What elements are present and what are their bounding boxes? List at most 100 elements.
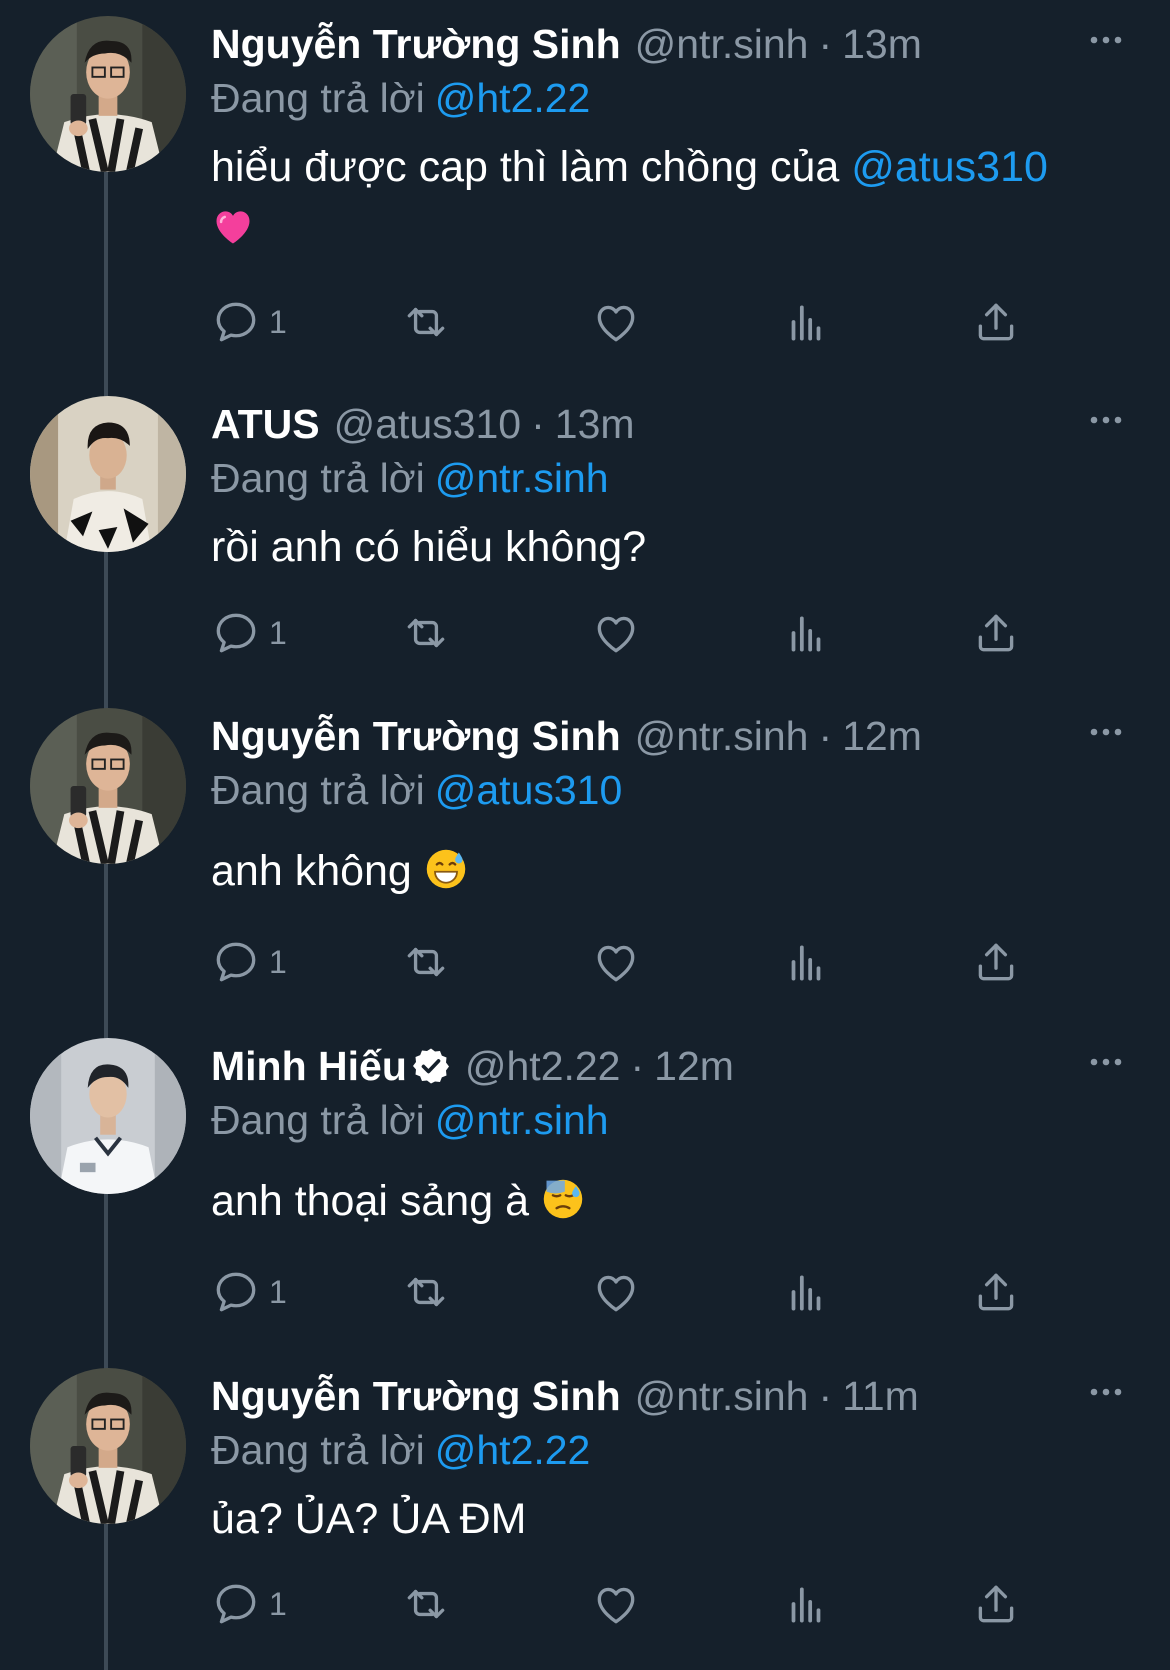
tweet-text: rồi anh có hiểu không?: [211, 516, 1111, 578]
reply-count: 1: [269, 614, 287, 651]
like-button[interactable]: [591, 603, 641, 663]
share-button[interactable]: [971, 932, 1021, 992]
like-button[interactable]: [591, 1574, 641, 1634]
reply-count: 1: [269, 1273, 287, 1310]
retweet-button[interactable]: [401, 1262, 451, 1322]
tweet-text-content: anh thoại sảng à: [211, 1177, 541, 1225]
author-handle[interactable]: @ntr.sinh: [635, 18, 809, 70]
reply-icon: [211, 937, 261, 987]
author-name[interactable]: Nguyễn Trường Sinh: [211, 1370, 621, 1422]
author-handle[interactable]: @atus310: [334, 398, 522, 450]
replying-to: Đang trả lời @atus310: [211, 764, 622, 816]
analytics-button[interactable]: [781, 603, 831, 663]
author-name[interactable]: ATUS: [211, 398, 320, 450]
share-icon: [971, 937, 1021, 987]
analytics-icon: [781, 608, 831, 658]
like-icon: [591, 937, 641, 987]
analytics-button[interactable]: [781, 1262, 831, 1322]
like-icon: [591, 1579, 641, 1629]
retweet-button[interactable]: [401, 932, 451, 992]
author-handle[interactable]: @ntr.sinh: [635, 1370, 809, 1422]
reply-to-mention[interactable]: @ht2.22: [435, 75, 591, 121]
like-button[interactable]: [591, 1262, 641, 1322]
separator: ·: [818, 713, 833, 759]
timestamp[interactable]: 12m: [842, 710, 922, 762]
analytics-icon: [781, 937, 831, 987]
share-button[interactable]: [971, 1574, 1021, 1634]
reply-to-mention[interactable]: @ntr.sinh: [435, 455, 609, 501]
reply-prefix: Đang trả lời: [211, 1097, 425, 1143]
share-button[interactable]: [971, 603, 1021, 663]
downcast-face-with-sweat-icon: [541, 1177, 585, 1221]
share-icon: [971, 297, 1021, 347]
analytics-button[interactable]: [781, 932, 831, 992]
grinning-face-with-sweat-icon: [424, 847, 468, 891]
action-bar: 1: [211, 603, 1091, 663]
analytics-button[interactable]: [781, 292, 831, 352]
avatar[interactable]: [30, 708, 186, 864]
retweet-button[interactable]: [401, 603, 451, 663]
reply-count: 1: [269, 303, 287, 340]
timestamp[interactable]: 13m: [555, 398, 635, 450]
more-icon[interactable]: [1086, 410, 1126, 430]
share-button[interactable]: [971, 292, 1021, 352]
retweet-button[interactable]: [401, 292, 451, 352]
replying-to: Đang trả lời @ht2.22: [211, 72, 590, 124]
avatar[interactable]: [30, 1368, 186, 1524]
author-name[interactable]: Nguyễn Trường Sinh: [211, 710, 621, 762]
reply-icon: [211, 1579, 261, 1629]
more-icon[interactable]: [1086, 30, 1126, 50]
reply-button[interactable]: 1: [211, 932, 287, 992]
timestamp[interactable]: 12m: [654, 1040, 734, 1092]
share-button[interactable]: [971, 1262, 1021, 1322]
analytics-button[interactable]: [781, 1574, 831, 1634]
tweet-text: anh không: [211, 840, 1111, 902]
reply-prefix: Đang trả lời: [211, 75, 425, 121]
share-icon: [971, 1267, 1021, 1317]
tweet-text-content: ủa? ỦA? ỦA ĐM: [211, 1495, 527, 1543]
replying-to: Đang trả lời @ntr.sinh: [211, 1094, 609, 1146]
tweet-text: anh thoại sảng à: [211, 1170, 1111, 1232]
reply-to-mention[interactable]: @atus310: [435, 767, 623, 813]
like-button[interactable]: [591, 292, 641, 352]
reply-prefix: Đang trả lời: [211, 767, 425, 813]
separator: ·: [630, 1043, 645, 1089]
analytics-icon: [781, 1579, 831, 1629]
reply-button[interactable]: 1: [211, 1262, 287, 1322]
reply-button[interactable]: 1: [211, 292, 287, 352]
avatar[interactable]: [30, 1038, 186, 1194]
reply-button[interactable]: 1: [211, 1574, 287, 1634]
reply-count: 1: [269, 943, 287, 980]
more-icon[interactable]: [1086, 1382, 1126, 1402]
avatar[interactable]: [30, 396, 186, 552]
reply-prefix: Đang trả lời: [211, 455, 425, 501]
tweet-text: ủa? ỦA? ỦA ĐM: [211, 1488, 1111, 1550]
timestamp[interactable]: 13m: [842, 18, 922, 70]
author-handle[interactable]: @ntr.sinh: [635, 710, 809, 762]
author-name[interactable]: Nguyễn Trường Sinh: [211, 18, 621, 70]
reply-button[interactable]: 1: [211, 603, 287, 663]
tweet-text-content: rồi anh có hiểu không?: [211, 523, 647, 571]
retweet-icon: [401, 297, 451, 347]
action-bar: 1: [211, 932, 1091, 992]
tweet-text: hiểu được cap thì làm chồng của @atus310: [211, 136, 1111, 260]
tweet-mention[interactable]: @atus310: [851, 143, 1048, 191]
author-name[interactable]: Minh Hiếu: [211, 1040, 407, 1092]
more-icon[interactable]: [1086, 722, 1126, 742]
like-button[interactable]: [591, 932, 641, 992]
action-bar: 1: [211, 1262, 1091, 1322]
like-icon: [591, 297, 641, 347]
like-icon: [591, 608, 641, 658]
avatar[interactable]: [30, 16, 186, 172]
retweet-icon: [401, 1579, 451, 1629]
more-icon[interactable]: [1086, 1052, 1126, 1072]
reply-to-mention[interactable]: @ht2.22: [435, 1427, 591, 1473]
author-handle[interactable]: @ht2.22: [465, 1040, 621, 1092]
retweet-icon: [401, 937, 451, 987]
share-icon: [971, 1579, 1021, 1629]
retweet-button[interactable]: [401, 1574, 451, 1634]
action-bar: 1: [211, 292, 1091, 352]
timestamp[interactable]: 11m: [842, 1370, 919, 1422]
reply-to-mention[interactable]: @ntr.sinh: [435, 1097, 609, 1143]
separator: ·: [818, 21, 833, 67]
